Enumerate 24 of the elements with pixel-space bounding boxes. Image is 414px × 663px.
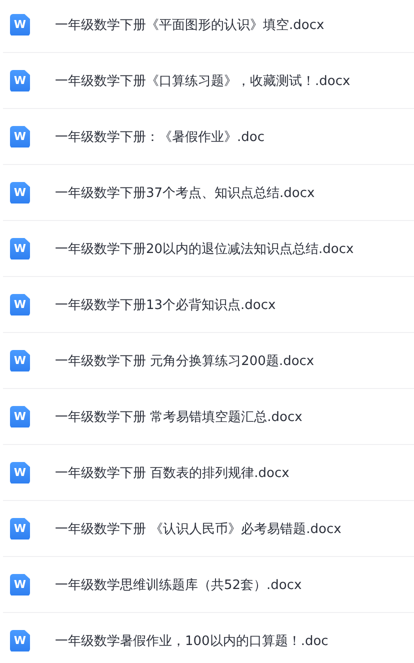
- file-name[interactable]: 一年级数学下册13个必背知识点.docx: [55, 296, 276, 314]
- file-name[interactable]: 一年级数学下册《平面图形的认识》填空.docx: [55, 16, 324, 34]
- file-name[interactable]: 一年级数学暑假作业，100以内的口算题！.doc: [55, 632, 328, 650]
- word-document-icon: W: [10, 630, 30, 652]
- word-document-icon: W: [10, 294, 30, 316]
- file-name[interactable]: 一年级数学下册37个考点、知识点总结.docx: [55, 184, 315, 202]
- file-name[interactable]: 一年级数学下册 《认识人民币》必考易错题.docx: [55, 520, 342, 538]
- file-name[interactable]: 一年级数学下册 百数表的排列规律.docx: [55, 464, 290, 482]
- word-document-icon: W: [10, 462, 30, 484]
- file-name[interactable]: 一年级数学下册：《暑假作业》.doc: [55, 128, 264, 146]
- file-name[interactable]: 一年级数学下册20以内的退位减法知识点总结.docx: [55, 240, 354, 258]
- file-name[interactable]: 一年级数学下册 元角分换算练习200题.docx: [55, 352, 314, 370]
- file-name[interactable]: 一年级数学下册 常考易错填空题汇总.docx: [55, 408, 302, 426]
- word-document-icon: W: [10, 238, 30, 260]
- word-document-icon: W: [10, 182, 30, 204]
- word-document-icon: W: [10, 518, 30, 540]
- word-document-icon: W: [10, 406, 30, 428]
- word-document-icon: W: [10, 70, 30, 92]
- file-name[interactable]: 一年级数学下册《口算练习题》，收藏测试！.docx: [55, 72, 350, 90]
- word-document-icon: W: [10, 14, 30, 36]
- word-document-icon: W: [10, 126, 30, 148]
- word-document-icon: W: [10, 574, 30, 596]
- file-name[interactable]: 一年级数学思维训练题库（共52套）.docx: [55, 576, 302, 594]
- word-document-icon: W: [10, 350, 30, 372]
